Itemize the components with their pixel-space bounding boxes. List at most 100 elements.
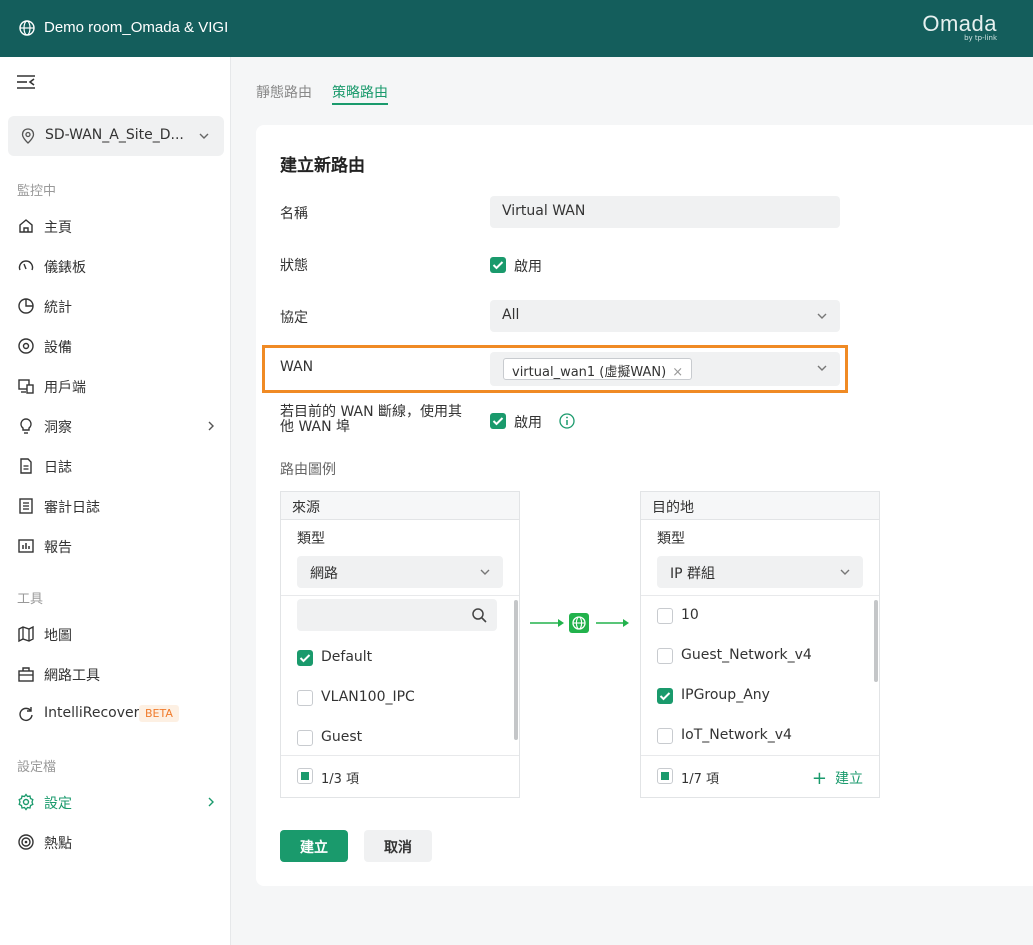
nav-map[interactable]: 地圖 — [0, 616, 230, 652]
section-tools: 工具 — [17, 592, 44, 607]
clients-icon — [18, 379, 34, 394]
destination-type-label: 類型 — [657, 531, 685, 547]
site-name: SD-WAN_A_Site_D... — [45, 127, 184, 143]
nav-reports-label: 報告 — [44, 540, 72, 556]
failover-enable-label: 啟用 — [514, 415, 542, 431]
destination-item-10: 10 — [681, 607, 699, 623]
home-icon — [19, 219, 33, 233]
nav-map-label: 地圖 — [44, 628, 72, 644]
source-checkbox-default[interactable] — [297, 650, 313, 666]
checkmark-icon — [492, 417, 504, 426]
destination-checkbox-ipgroup-any[interactable] — [657, 688, 673, 704]
nav-statistics[interactable]: 統計 — [0, 288, 230, 324]
protocol-select[interactable]: All — [490, 300, 840, 332]
protocol-label: 協定 — [280, 310, 308, 326]
globe-icon[interactable] — [19, 20, 35, 36]
destination-create-button[interactable]: + 建立 — [812, 767, 863, 789]
status-checkbox[interactable] — [490, 257, 506, 273]
gear-icon — [18, 793, 34, 811]
nav-settings[interactable]: 設定 — [0, 784, 230, 820]
audit-log-icon — [19, 498, 33, 514]
checkmark-icon — [659, 692, 671, 701]
nav-statistics-label: 統計 — [44, 300, 72, 316]
source-type-select[interactable]: 網路 — [297, 556, 503, 588]
failover-label-line1: 若目前的 WAN 斷線，使用其 — [280, 404, 463, 420]
source-select-all-checkbox[interactable] — [297, 768, 313, 784]
checkmark-icon — [492, 261, 504, 270]
chevron-down-icon — [480, 569, 490, 575]
destination-create-label: 建立 — [835, 771, 863, 787]
nav-logs-label: 日誌 — [44, 460, 72, 476]
destination-panel: 目的地 類型 IP 群組 10 Guest_Network_v4 IPGroup… — [640, 491, 880, 798]
sidebar: SD-WAN_A_Site_D... 監控中 主頁 儀錶板 統計 設備 用戶端 … — [0, 57, 231, 945]
site-title[interactable]: Demo room_Omada & VIGI — [44, 19, 228, 36]
name-input[interactable]: Virtual WAN — [490, 196, 840, 228]
log-icon — [20, 458, 32, 474]
tab-static-routing[interactable]: 靜態路由 — [256, 82, 312, 102]
toolbox-icon — [18, 667, 34, 682]
divider — [281, 595, 519, 596]
chevron-right-icon — [208, 421, 214, 431]
failover-label-line2: 他 WAN 埠 — [280, 419, 351, 435]
nav-clients-label: 用戶端 — [44, 380, 86, 396]
nav-intellirecover[interactable]: IntelliRecover BETA — [0, 696, 230, 732]
destination-select-all-checkbox[interactable] — [657, 768, 673, 784]
nav-clients[interactable]: 用戶端 — [0, 368, 230, 404]
source-item-guest: Guest — [321, 729, 363, 745]
chevron-down-icon — [840, 569, 850, 575]
source-checkbox-vlan100[interactable] — [297, 690, 313, 706]
destination-checkbox-10[interactable] — [657, 608, 673, 624]
nav-insights-label: 洞察 — [44, 420, 72, 436]
nav-reports[interactable]: 報告 — [0, 528, 230, 564]
device-icon — [18, 338, 34, 354]
failover-checkbox[interactable] — [490, 413, 506, 429]
site-selector[interactable]: SD-WAN_A_Site_D... — [8, 116, 224, 156]
nav-hotspot-label: 熱點 — [44, 836, 72, 852]
section-profile: 設定檔 — [17, 760, 57, 775]
route-flow-arrow — [530, 613, 629, 633]
nav-insights[interactable]: 洞察 — [0, 408, 230, 444]
source-item-vlan100: VLAN100_IPC — [321, 689, 415, 705]
destination-scrollbar[interactable] — [874, 600, 878, 682]
destination-type-select[interactable]: IP 群組 — [657, 556, 863, 588]
wan-highlight-box — [262, 345, 848, 393]
nav-dashboard-label: 儀錶板 — [44, 260, 86, 276]
destination-item-ipgroup-any: IPGroup_Any — [681, 687, 770, 703]
nav-audit-logs-label: 審計日誌 — [44, 500, 100, 516]
divider — [281, 755, 519, 756]
create-button[interactable]: 建立 — [280, 830, 348, 862]
destination-checkbox-guest-network[interactable] — [657, 648, 673, 664]
nav-home[interactable]: 主頁 — [0, 208, 230, 244]
source-scrollbar[interactable] — [514, 600, 518, 740]
nav-network-tools-label: 網路工具 — [44, 668, 100, 684]
status-enable-label: 啟用 — [514, 259, 542, 275]
nav-devices-label: 設備 — [44, 340, 72, 356]
nav-logs[interactable]: 日誌 — [0, 448, 230, 484]
nav-dashboard[interactable]: 儀錶板 — [0, 248, 230, 284]
destination-checkbox-iot-network[interactable] — [657, 728, 673, 744]
destination-title: 目的地 — [641, 492, 879, 520]
nav-network-tools[interactable]: 網路工具 — [0, 656, 230, 692]
chevron-right-icon — [208, 797, 214, 807]
beta-badge: BETA — [139, 705, 179, 722]
recover-icon — [19, 707, 33, 721]
source-search-input[interactable] — [297, 599, 497, 631]
name-label: 名稱 — [280, 206, 308, 222]
divider — [641, 755, 879, 756]
section-monitoring: 監控中 — [17, 184, 57, 199]
protocol-value: All — [502, 307, 520, 323]
info-icon[interactable] — [559, 413, 575, 429]
nav-intellirecover-label: IntelliRecover — [44, 705, 140, 721]
nav-audit-logs[interactable]: 審計日誌 — [0, 488, 230, 524]
source-type-label: 類型 — [297, 531, 325, 547]
nav-home-label: 主頁 — [44, 220, 72, 236]
nav-hotspot[interactable]: 熱點 — [0, 824, 230, 860]
menu-collapse-icon[interactable] — [16, 73, 36, 91]
source-checkbox-guest[interactable] — [297, 730, 313, 746]
nav-devices[interactable]: 設備 — [0, 328, 230, 364]
chevron-down-icon — [817, 313, 827, 319]
cancel-button[interactable]: 取消 — [364, 830, 432, 862]
tab-policy-routing[interactable]: 策略路由 — [332, 82, 388, 105]
route-diagram-label: 路由圖例 — [280, 462, 336, 478]
source-count: 1/3 項 — [321, 772, 360, 787]
